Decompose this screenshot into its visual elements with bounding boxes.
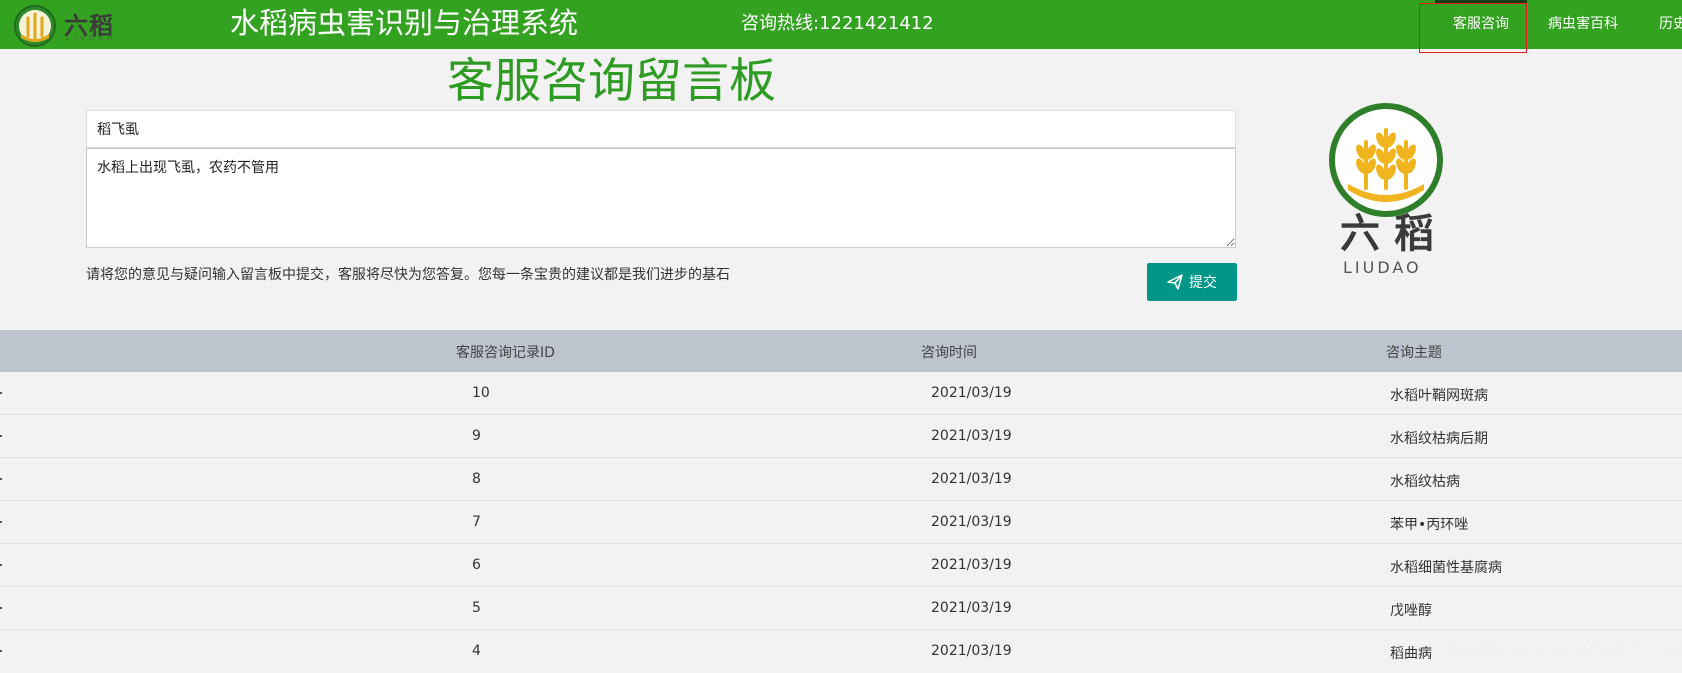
cell-id: 7: [472, 514, 481, 530]
cell-id: 9: [472, 428, 481, 444]
column-header-time: 咨询时间: [921, 345, 977, 361]
hotline-text: 咨询热线:1221421412: [741, 13, 934, 34]
nav-pest-encyclopedia[interactable]: 病虫害百科: [1548, 14, 1618, 34]
cell-topic: 水稻纹枯病后期: [1390, 431, 1488, 447]
cell-topic: 苯甲•丙环唑: [1390, 517, 1469, 533]
cell-time: 2021/03/19: [931, 643, 1012, 659]
nav-active-highlight: [1419, 3, 1527, 53]
table-row[interactable]: 6 2021/03/19 水稻细菌性基腐病: [0, 544, 1682, 587]
subject-input[interactable]: [86, 110, 1236, 148]
cell-id: 10: [472, 385, 490, 401]
table-row[interactable]: 7 2021/03/19 苯甲•丙环唑: [0, 501, 1682, 544]
cell-id: 6: [472, 557, 481, 573]
table-row[interactable]: 10 2021/03/19 水稻叶鞘网斑病: [0, 372, 1682, 415]
cell-topic: 水稻细菌性基腐病: [1390, 560, 1502, 576]
logo-icon[interactable]: [13, 4, 57, 48]
cell-id: 5: [472, 600, 481, 616]
row-marker: [0, 392, 2, 394]
brand-logo-text: 六稻: [1340, 211, 1448, 257]
row-marker: [0, 521, 2, 523]
cell-time: 2021/03/19: [931, 471, 1012, 487]
table-row[interactable]: 8 2021/03/19 水稻纹枯病: [0, 458, 1682, 501]
cell-id: 4: [472, 643, 481, 659]
table-header: 客服咨询记录ID 咨询时间 咨询主题: [0, 330, 1682, 372]
row-marker: [0, 435, 2, 437]
brand-logo-icon: [1329, 103, 1443, 217]
cell-time: 2021/03/19: [931, 385, 1012, 401]
cell-topic: 水稻叶鞘网斑病: [1390, 388, 1488, 404]
table-row[interactable]: 9 2021/03/19 水稻纹枯病后期: [0, 415, 1682, 458]
board-title: 客服咨询留言板: [447, 54, 776, 109]
nav-history[interactable]: 历史: [1659, 14, 1682, 34]
send-icon: [1167, 274, 1183, 290]
submit-button-label: 提交: [1189, 275, 1217, 291]
cell-topic: 水稻纹枯病: [1390, 474, 1460, 490]
table-row[interactable]: 5 2021/03/19 戊唑醇: [0, 587, 1682, 630]
column-header-topic: 咨询主题: [1386, 345, 1442, 361]
site-title: 水稻病虫害识别与治理系统: [230, 6, 579, 40]
row-marker: [0, 564, 2, 566]
form-hint: 请将您的意见与疑问输入留言板中提交，客服将尽快为您答复。您每一条宝贵的建议都是我…: [86, 267, 730, 283]
row-marker: [0, 650, 2, 652]
column-header-id: 客服咨询记录ID: [456, 345, 555, 361]
logo-subtext: LIUDAO: [66, 34, 117, 42]
cell-time: 2021/03/19: [931, 428, 1012, 444]
row-marker: [0, 478, 2, 480]
cell-time: 2021/03/19: [931, 557, 1012, 573]
cell-id: 8: [472, 471, 481, 487]
cell-topic: 戊唑醇: [1390, 603, 1432, 619]
message-textarea[interactable]: 水稻上出现飞虱，农药不管用: [86, 148, 1236, 248]
submit-button[interactable]: 提交: [1147, 263, 1237, 301]
brand-logo-subtext: LIUDAO: [1343, 258, 1422, 277]
cell-topic: 稻曲病: [1390, 646, 1432, 662]
watermark-text: https://blog.csdn.net/weixin_43323146: [1436, 640, 1682, 658]
cell-time: 2021/03/19: [931, 514, 1012, 530]
cell-time: 2021/03/19: [931, 600, 1012, 616]
row-marker: [0, 607, 2, 609]
